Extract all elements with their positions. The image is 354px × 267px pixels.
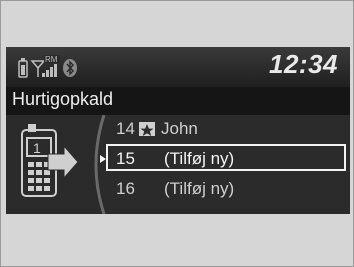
star-icon — [139, 122, 155, 136]
status-bar: RM 12:34 — [6, 47, 350, 87]
speed-dial-list: 1 14 John 15 (Tilføj ny) 16 (Tilføj ny) — [6, 114, 350, 214]
roaming-indicator-icon: RM — [44, 55, 60, 64]
list-item-selected[interactable]: 15 (Tilføj ny) — [6, 145, 350, 175]
list-item[interactable]: 14 John — [6, 115, 350, 145]
speed-dial-number: 15 — [116, 149, 135, 168]
clock: 12:34 — [269, 49, 338, 79]
speed-dial-number: 16 — [116, 179, 135, 198]
status-icons: RM — [16, 55, 116, 81]
bluetooth-icon — [63, 59, 77, 77]
page-title: Hurtigopkald — [12, 89, 114, 109]
title-bar: Hurtigopkald — [6, 87, 350, 115]
contact-name: (Tilføj ny) — [164, 149, 235, 168]
speed-dial-number: 14 — [116, 119, 135, 138]
contact-name: (Tilføj ny) — [164, 179, 235, 198]
display-frame: RM 12:34 Hurtigopkald 1 14 John 15 (Tilf… — [0, 0, 354, 267]
selection-caret-icon — [100, 155, 106, 163]
phone-battery-icon — [18, 58, 28, 78]
infotainment-screen: RM 12:34 Hurtigopkald 1 14 John 15 (Tilf… — [6, 47, 350, 214]
svg-text:RM: RM — [45, 55, 58, 64]
list-item[interactable]: 16 (Tilføj ny) — [6, 175, 350, 205]
contact-name: John — [161, 119, 198, 138]
